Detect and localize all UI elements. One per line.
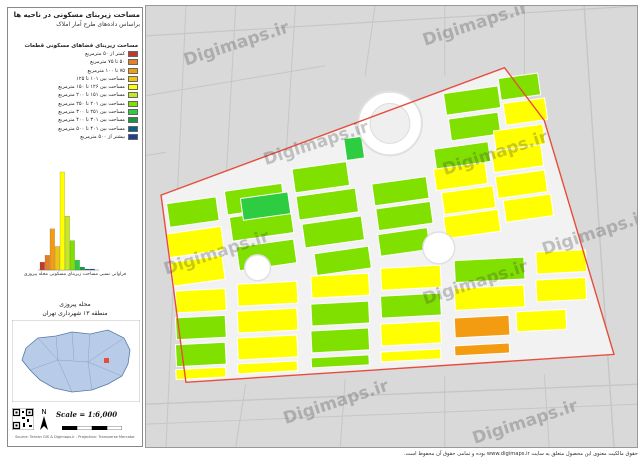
legend-item: مساحت بین ۴۰۱ تا ۵۰۰ مترمربع [12,125,140,133]
copyright-footer: حقوق مالکیت معنوی این محصول متعلق به سای… [404,451,638,457]
histogram-bar [64,215,70,271]
legend-swatch [128,109,138,116]
locator-map [12,320,140,402]
residential-block [310,300,371,327]
legend-items: کمتر از ۵۰ مترمربع ۵۰ تا ۷۵ مترمربع ۷۵ تا … [12,50,140,141]
map-info-box: N Scale = 1:6,000 Source: Tehran GIS & D… [10,404,140,444]
legend-heading: مساحت زیربنای فضاهای مسکونی قطعات [24,43,138,49]
residential-block [379,320,442,347]
residential-block [175,366,227,381]
legend-swatch [128,59,138,66]
map-title-line1: مساحت زیربنای مسکونی در ناحیه ها [13,11,140,19]
residential-block [310,272,371,299]
legend-swatch [128,51,138,57]
roundabout [243,254,272,282]
residential-block [174,287,227,314]
legend-label: ۷۵ تا ۱۰۰ مترمربع [87,67,125,74]
map-sidebar: مساحت زیربنای مسکونی در ناحیه ها براساس … [7,7,143,447]
residential-block [535,276,588,303]
residential-block [236,280,299,307]
histogram-bar [49,228,55,271]
histogram-caption: فراوانی نسبی مساحت زیربنای مسکونی محله پ… [23,272,127,277]
legend-item: بیشتر از ۵۰۰ مترمربع [12,133,140,141]
histogram-bar [74,260,80,271]
legend-swatch [128,117,138,124]
neighborhood-name: محله پیروزی [59,301,91,308]
map-title-line2: براساس داده‌های طرح آمار املاک [56,21,140,28]
legend-label: ۵۰ تا ۷۵ مترمربع [90,59,125,66]
legend-swatch [128,125,138,132]
legend-item: مساحت بین ۲۰۱ تا ۲۵۰ مترمربع [12,100,140,108]
residential-block [236,334,299,361]
legend-item: مساحت بین ۱۰۱ تا ۱۲۵ [12,75,140,83]
qr-code-icon [12,408,34,430]
legend-item: ۷۵ تا ۱۰۰ مترمربع [12,67,140,75]
roundabout [422,231,456,265]
legend-label: مساحت بین ۴۰۱ تا ۵۰۰ مترمربع [58,125,125,132]
locator-title: محله پیروزی منطقه ۱۳ شهرداری تهران [10,300,140,318]
legend-label: بیشتر از ۵۰۰ مترمربع [80,133,125,140]
legend-item: مساحت بین ۲۵۱ تا ۳۰۰ مترمربع [12,108,140,116]
histogram-bar [59,171,65,271]
histogram-bar [69,240,75,271]
legend-swatch [128,133,138,140]
residential-block [174,314,227,341]
legend-label: مساحت بین ۳۰۱ تا ۴۰۰ مترمربع [58,117,125,124]
svg-text:N: N [41,408,46,416]
legend-label: مساحت بین ۱۰۱ تا ۱۲۵ [76,75,125,82]
legend: مساحت زیربنای فضاهای مسکونی قطعات کمتر ا… [12,42,140,141]
residential-block [310,327,371,354]
histogram-bar [44,255,50,271]
study-area-marker [104,358,109,363]
legend-label: کمتر از ۵۰ مترمربع [85,51,125,57]
scale-bar [62,426,122,430]
residential-block [453,314,511,339]
residential-block [236,307,299,334]
legend-label: مساحت بین ۱۲۶ تا ۱۵۰ مترمربع [58,84,125,91]
legend-label: مساحت بین ۱۵۱ تا ۲۰۰ مترمربع [58,92,125,99]
histogram-bar [84,268,90,271]
legend-swatch [128,84,138,91]
legend-swatch [128,100,138,107]
legend-swatch [128,75,138,82]
map-title: مساحت زیربنای مسکونی در ناحیه ها براساس … [10,10,140,42]
histogram-bar [54,246,60,271]
legend-item: مساحت بین ۱۲۶ تا ۱۵۰ مترمربع [12,83,140,91]
legend-label: مساحت بین ۲۰۱ تا ۲۵۰ مترمربع [58,100,125,107]
legend-swatch [128,92,138,99]
legend-swatch [128,67,138,74]
residential-block [515,308,568,333]
legend-item: کمتر از ۵۰ مترمربع [12,50,140,58]
north-arrow-icon: N [40,408,48,430]
map-sheet: مساحت زیربنای مسکونی در ناحیه ها براساس … [0,0,643,461]
main-map: Digimaps.ir Digimaps.irDigimaps.ir Digimap… [145,5,638,448]
histogram-bar [39,262,45,271]
map-source-note: Source: Tehran GIS & Digimaps.ir - Proje… [15,435,135,439]
histogram-bar [79,266,85,271]
district-name: منطقه ۱۳ شهرداری تهران [42,310,108,317]
legend-item: مساحت بین ۱۵۱ تا ۲۰۰ مترمربع [12,91,140,99]
histogram-chart [38,171,99,271]
legend-item: مساحت بین ۳۰۱ تا ۴۰۰ مترمربع [12,116,140,124]
legend-item: ۵۰ تا ۷۵ مترمربع [12,58,140,66]
legend-label: مساحت بین ۲۵۱ تا ۳۰۰ مترمربع [58,109,125,116]
histogram-bar [89,268,95,271]
scale-label: Scale = 1:6,000 [56,410,118,419]
